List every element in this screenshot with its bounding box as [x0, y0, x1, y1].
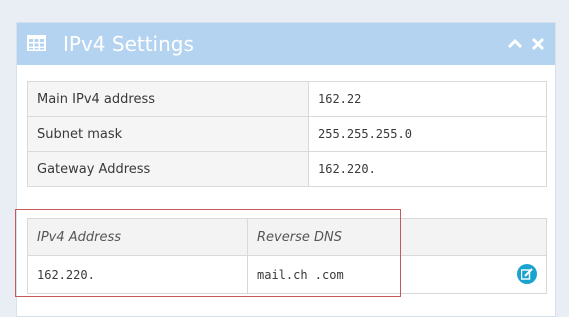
edit-reverse-dns-button[interactable] — [517, 264, 537, 284]
chevron-up-icon[interactable] — [507, 36, 523, 52]
table-grid-icon — [27, 35, 46, 51]
setting-label: Main IPv4 address — [27, 81, 309, 117]
close-icon[interactable] — [530, 36, 546, 52]
settings-table: Main IPv4 address 162.22 Subnet mask 255… — [27, 81, 547, 187]
setting-value: 162.220. — [308, 151, 547, 187]
setting-value: 255.255.255.0 — [308, 116, 547, 152]
panel-title: IPv4 Settings — [63, 32, 194, 56]
panel-header: IPv4 Settings — [17, 23, 555, 65]
setting-value: 162.22 — [308, 81, 547, 117]
table-row: Subnet mask 255.255.255.0 — [27, 116, 547, 152]
setting-label: Subnet mask — [27, 116, 309, 152]
setting-label: Gateway Address — [27, 151, 309, 187]
table-row: Gateway Address 162.220. — [27, 151, 547, 187]
edit-icon — [521, 268, 533, 280]
highlight-box — [15, 209, 401, 297]
table-row: Main IPv4 address 162.22 — [27, 81, 547, 117]
